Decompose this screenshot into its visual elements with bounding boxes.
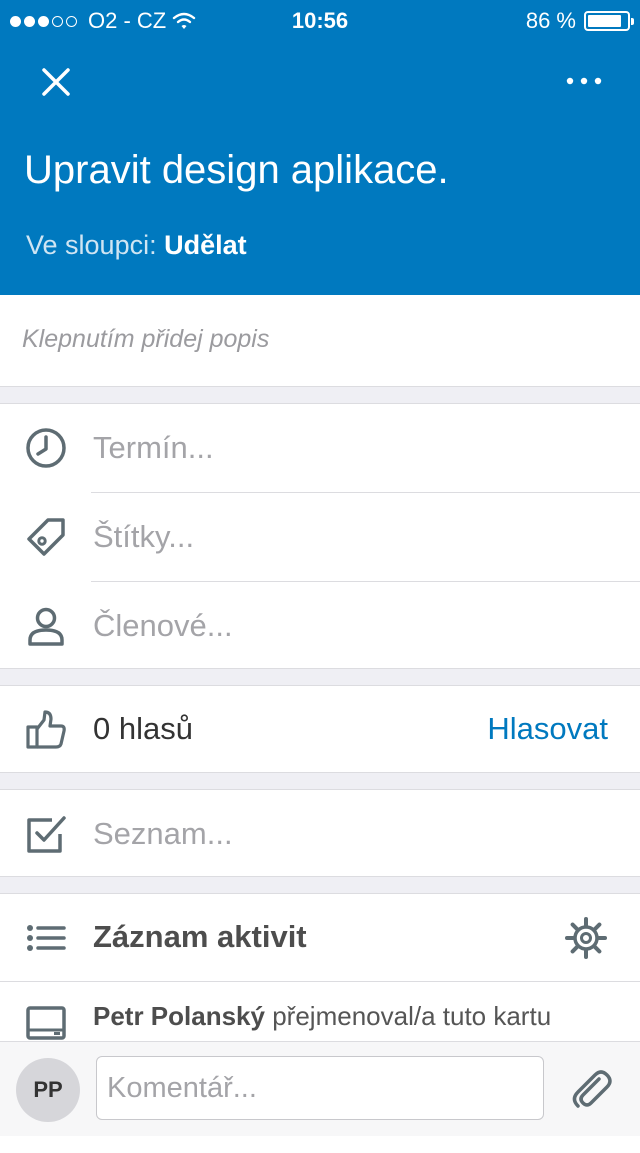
activity-settings-button[interactable] xyxy=(564,916,608,960)
person-icon xyxy=(24,604,68,648)
attach-button[interactable] xyxy=(568,1066,616,1114)
card-header: O2 - CZ 10:56 86 % Upravit design aplika… xyxy=(0,0,640,295)
list-icon xyxy=(24,918,68,958)
vote-button[interactable]: Hlasovat xyxy=(487,711,608,747)
labels-label: Štítky... xyxy=(93,519,195,554)
column-name: Udělat xyxy=(164,230,247,260)
activity-user[interactable]: Petr Polanský xyxy=(93,1001,265,1031)
activity-title: Záznam aktivit xyxy=(93,919,307,954)
checkbox-icon xyxy=(24,812,68,856)
checklist-panel[interactable]: Seznam... xyxy=(0,789,640,877)
card-title[interactable]: Upravit design aplikace. xyxy=(24,148,449,193)
members-label: Členové... xyxy=(93,608,233,643)
battery-percentage: 86 % xyxy=(525,8,576,33)
gear-icon xyxy=(565,917,607,959)
divider xyxy=(0,981,640,982)
laptop-icon xyxy=(24,1004,68,1044)
paperclip-icon xyxy=(572,1070,612,1108)
votes-count: 0 hlasů xyxy=(93,711,193,746)
battery-fill xyxy=(588,15,621,27)
activity-description: přejmenoval/a tuto kartu xyxy=(272,1001,552,1031)
members-field[interactable]: Členové... xyxy=(0,582,640,670)
due-date-label: Termín... xyxy=(93,430,214,465)
battery-tip xyxy=(631,18,634,25)
column-info[interactable]: Ve sloupci: Udělat xyxy=(26,230,247,261)
clock-icon xyxy=(24,426,68,470)
due-date-field[interactable]: Termín... xyxy=(0,404,640,492)
checklist-label: Seznam... xyxy=(93,816,233,851)
labels-field[interactable]: Štítky... xyxy=(0,493,640,581)
description-placeholder: Klepnutím přidej popis xyxy=(22,325,270,353)
more-options-button[interactable] xyxy=(562,66,606,96)
battery-icon xyxy=(584,11,634,31)
description-panel[interactable]: Klepnutím přidej popis xyxy=(0,295,640,387)
votes-panel: 0 hlasů Hlasovat xyxy=(0,685,640,773)
tag-icon xyxy=(24,515,68,559)
close-button[interactable] xyxy=(34,60,78,104)
activity-text: Petr Polanský přejmenoval/a tuto kartu xyxy=(93,1000,613,1032)
comment-input[interactable] xyxy=(96,1056,544,1120)
avatar[interactable]: PP xyxy=(16,1058,80,1122)
comment-bar: PP xyxy=(0,1041,640,1136)
card-fields-panel: Termín... Štítky... Členové... xyxy=(0,403,640,669)
status-right: 86 % xyxy=(525,8,634,34)
thumbs-up-icon xyxy=(24,708,68,752)
close-icon xyxy=(42,68,70,96)
more-dots-icon xyxy=(566,77,602,85)
status-bar: O2 - CZ 10:56 86 % xyxy=(0,0,640,40)
column-prefix: Ve sloupci: xyxy=(26,230,157,260)
